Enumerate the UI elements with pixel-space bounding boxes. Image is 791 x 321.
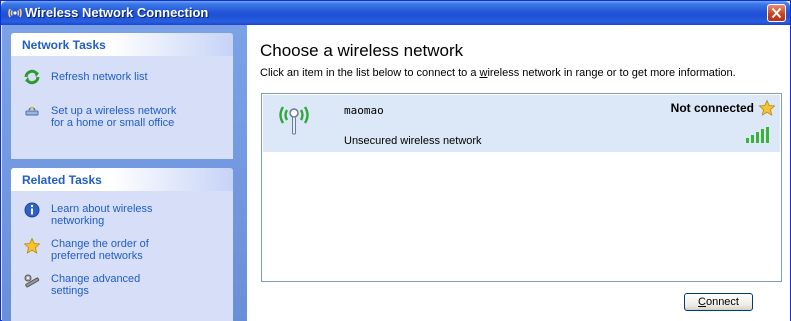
related-tasks-header[interactable]: Related Tasks: [11, 168, 233, 191]
wireless-network-connection-window: Wireless Network Connection Network Task…: [0, 0, 791, 321]
change-advanced-settings-link[interactable]: Change advanced settings: [11, 273, 233, 297]
related-tasks-panel: Related Tasks Learn about wireless netwo…: [11, 168, 233, 321]
info-icon: [24, 202, 40, 218]
task-pane: Network Tasks Refresh network list Set u…: [2, 25, 247, 321]
page-title: Choose a wireless network: [260, 41, 464, 60]
connect-accelerator: C: [698, 296, 706, 308]
wireless-network-antenna-icon: [279, 106, 309, 135]
network-tasks-panel: Network Tasks Refresh network list Set u…: [11, 33, 233, 159]
refresh-icon: [24, 69, 40, 85]
learn-about-wireless-line1: Learn about wireless: [51, 203, 153, 215]
network-list-item[interactable]: maomao Not connected Unsecured wireless …: [263, 95, 780, 152]
learn-about-wireless-link[interactable]: Learn about wireless networking: [11, 202, 233, 227]
connect-label: onnect: [705, 296, 739, 308]
network-security-type: Unsecured wireless network: [344, 135, 482, 147]
network-ssid: maomao: [344, 104, 384, 117]
setup-wireless-network-line2: for a home or small office: [51, 117, 175, 129]
change-advanced-line1: Change advanced: [51, 273, 141, 285]
change-order-line1: Change the order of: [51, 238, 149, 250]
instructions-text: Click an item in the list below to conne…: [260, 68, 785, 79]
refresh-network-list-label: Refresh network list: [51, 71, 148, 83]
setup-wireless-network-line1: Set up a wireless network: [51, 105, 177, 117]
content-pane: Choose a wireless network Click an item …: [247, 25, 790, 321]
network-list[interactable]: maomao Not connected Unsecured wireless …: [261, 93, 782, 282]
close-icon: [771, 7, 782, 19]
star-icon: [23, 237, 41, 254]
title-bar[interactable]: Wireless Network Connection: [1, 1, 790, 25]
setup-wireless-network-link[interactable]: Set up a wireless network for a home or …: [11, 105, 233, 129]
signal-strength-icon: [746, 127, 769, 143]
window-title: Wireless Network Connection: [25, 5, 209, 20]
preferred-network-star-icon: [758, 99, 776, 116]
change-advanced-line2: settings: [51, 285, 89, 297]
close-button[interactable]: [767, 4, 786, 22]
setup-wizard-icon: [25, 106, 39, 116]
change-order-line2: preferred networks: [51, 250, 143, 262]
instructions-post: ireless network in range or to get more …: [487, 67, 736, 79]
learn-about-wireless-line2: networking: [51, 215, 105, 227]
connection-status: Not connected: [670, 101, 754, 115]
instructions-pre: Click an item in the list below to conne…: [260, 67, 480, 79]
settings-icon: [24, 274, 40, 288]
network-tasks-header[interactable]: Network Tasks: [11, 33, 233, 56]
refresh-network-list-link[interactable]: Refresh network list: [11, 69, 233, 85]
wireless-antenna-icon: [8, 8, 22, 18]
connect-button[interactable]: Connect: [684, 293, 753, 311]
change-order-preferred-link[interactable]: Change the order of preferred networks: [11, 237, 233, 262]
